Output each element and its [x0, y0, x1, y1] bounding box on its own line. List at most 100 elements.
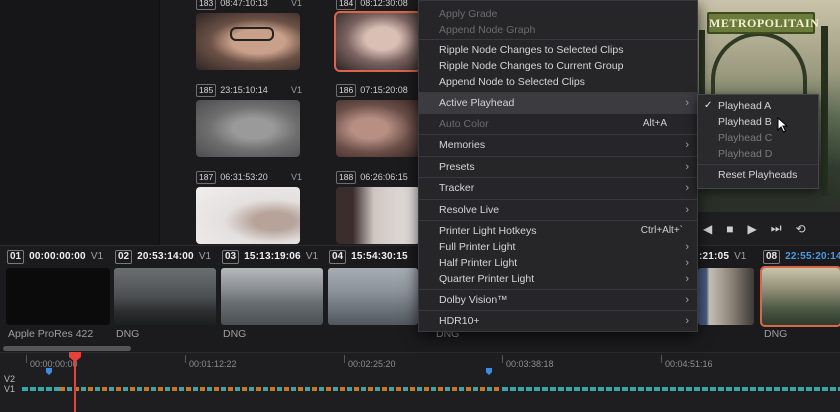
ruler-tick — [26, 355, 27, 363]
clip-thumbnail[interactable] — [328, 268, 418, 325]
submenu-item-label: Playhead C — [718, 132, 773, 144]
strip-clip[interactable]: 03 15:13:19:06 V1 DNG — [219, 246, 325, 346]
chevron-right-icon: › — [685, 182, 689, 194]
clip-track: V1 — [198, 251, 212, 262]
skip-forward-icon[interactable]: ⏭ — [771, 221, 782, 236]
strip-clip-selected[interactable]: 08 22:55:20:14 DNG — [760, 246, 840, 346]
ruler-tick — [344, 355, 345, 363]
menu-item-label: Quarter Printer Light — [439, 273, 535, 285]
menu-item-label: Apply Grade — [439, 8, 498, 20]
menu-item-label: Resolve Live — [439, 204, 500, 216]
transport-controls: ◀ ■ ▶ ⏭ ⟲ — [697, 212, 840, 245]
clip-number: 187 — [196, 170, 217, 184]
clip-codec: DNG — [764, 328, 788, 340]
mini-timeline[interactable]: 00:00:00:00 00:01:12:22 00:02:25:20 00:0… — [0, 352, 840, 412]
menu-item-hdr10-plus[interactable]: HDR10+ › — [419, 311, 697, 331]
menu-item-label: Printer Light Hotkeys — [439, 225, 537, 237]
ruler-tick — [661, 355, 662, 363]
menu-item-label: Active Playhead — [439, 97, 515, 109]
clip-timecode: :21:05 — [699, 251, 730, 262]
menu-item-label: Append Node Graph — [439, 24, 536, 36]
submenu-item-label: Reset Playheads — [718, 169, 798, 181]
menu-item-append-node[interactable]: Append Node to Selected Clips — [419, 72, 697, 92]
menu-item-active-playhead[interactable]: Active Playhead › — [419, 93, 697, 113]
active-playhead-submenu: ✓ Playhead A Playhead B Playhead C Playhe… — [697, 94, 819, 189]
clip-number: 184 — [336, 0, 357, 10]
clip-timecode: 20:53:14:00 — [137, 251, 194, 262]
menu-item-label: HDR10+ — [439, 315, 480, 327]
submenu-item-label: Playhead B — [718, 116, 772, 128]
menu-item-presets[interactable]: Presets › — [419, 157, 697, 177]
clip-strip-scrollbar[interactable] — [3, 346, 131, 351]
menu-item-memories[interactable]: Memories › — [419, 135, 697, 155]
ruler-timecode: 00:03:38:18 — [506, 359, 554, 369]
clip-track: V1 — [305, 251, 319, 262]
chevron-right-icon: › — [685, 204, 689, 216]
clip-codec: DNG — [223, 328, 247, 340]
clip-number: 01 — [7, 249, 25, 264]
chevron-right-icon: › — [685, 273, 689, 285]
metro-sign: METROPOLITAIN — [707, 12, 819, 34]
menu-item-append-node-graph[interactable]: Append Node Graph — [419, 20, 697, 40]
playhead[interactable] — [74, 352, 76, 412]
submenu-item-reset-playheads[interactable]: Reset Playheads — [698, 167, 818, 183]
track-label-v1: V1 — [4, 384, 16, 394]
clip-timecode: 08:47:10:13 — [220, 0, 268, 8]
clip-thumbnail[interactable] — [196, 13, 300, 70]
clip-number: 08 — [763, 249, 781, 264]
menu-item-dolby-vision[interactable]: Dolby Vision™ › — [419, 290, 697, 310]
menu-item-auto-color[interactable]: Auto Color Alt+A — [419, 114, 697, 134]
clip-thumbnail[interactable] — [6, 268, 110, 325]
chevron-right-icon: › — [685, 139, 689, 151]
loop-icon[interactable]: ⟲ — [796, 222, 806, 236]
clip-thumbnail[interactable] — [196, 187, 300, 244]
chevron-right-icon: › — [685, 161, 689, 173]
clip-track: V1 — [290, 172, 302, 182]
menu-item-tracker[interactable]: Tracker › — [419, 178, 697, 198]
stop-icon[interactable]: ■ — [726, 222, 733, 236]
clip-thumbnail[interactable] — [114, 268, 216, 325]
strip-clip[interactable]: 01 00:00:00:00 V1 Apple ProRes 422 — [4, 246, 110, 346]
check-icon: ✓ — [704, 100, 713, 111]
clip-number: 04 — [329, 249, 347, 264]
menu-item-quarter-printer-light[interactable]: Quarter Printer Light › — [419, 269, 697, 289]
submenu-item-playhead-c[interactable]: Playhead C — [698, 130, 818, 146]
submenu-item-playhead-d[interactable]: Playhead D — [698, 146, 818, 162]
strip-clip[interactable]: 02 20:53:14:00 V1 DNG — [112, 246, 218, 346]
strip-clip[interactable]: 04 15:54:30:15 DNG — [326, 246, 459, 346]
clip-thumbnail[interactable] — [196, 100, 300, 157]
clip-timecode: 06:31:53:20 — [220, 172, 268, 182]
track-clips-graded[interactable] — [60, 387, 500, 391]
clip-timecode: 06:26:06:15 — [360, 172, 408, 182]
menu-item-label: Tracker — [439, 182, 475, 194]
track-label-v2: V2 — [4, 374, 16, 384]
clip-track: V1 — [734, 251, 747, 262]
clip-thumbnail[interactable] — [336, 100, 420, 157]
clip-track: V1 — [90, 251, 104, 262]
lightbox-clip[interactable]: 187 06:31:53:20 V1 — [196, 170, 308, 244]
ruler-timecode: 00:01:12:22 — [189, 359, 237, 369]
clip-thumbnail-selected[interactable] — [334, 11, 422, 72]
clip-thumbnail[interactable] — [221, 268, 323, 325]
submenu-item-playhead-b[interactable]: Playhead B — [698, 114, 818, 130]
menu-item-label: Presets — [439, 161, 475, 173]
ruler-timecode: 00:02:25:20 — [348, 359, 396, 369]
clip-codec: Apple ProRes 422 — [8, 328, 94, 340]
clip-thumbnail-selected[interactable] — [760, 266, 840, 327]
context-menu: Apply Grade Append Node Graph Ripple Nod… — [418, 0, 698, 332]
play-icon[interactable]: ▶ — [747, 222, 756, 236]
clip-timecode: 07:15:20:08 — [360, 85, 408, 95]
rewind-icon[interactable]: ◀ — [703, 222, 712, 236]
clip-timecode: 22:55:20:14 — [785, 251, 840, 262]
strip-clip[interactable]: :21:05 V1 — [696, 246, 756, 346]
lightbox-clip[interactable]: 185 23:15:10:14 V1 — [196, 83, 308, 157]
clip-number: 188 — [336, 170, 357, 184]
clip-thumbnail[interactable] — [698, 268, 754, 325]
lightbox-clip[interactable]: 183 08:47:10:13 V1 — [196, 0, 308, 70]
menu-item-resolve-live[interactable]: Resolve Live › — [419, 200, 697, 220]
submenu-item-label: Playhead A — [718, 100, 772, 112]
submenu-item-playhead-a[interactable]: ✓ Playhead A — [698, 98, 818, 114]
clip-thumbnail[interactable] — [336, 187, 420, 244]
menu-item-shortcut: Alt+A — [642, 118, 667, 129]
left-panel — [0, 0, 160, 245]
